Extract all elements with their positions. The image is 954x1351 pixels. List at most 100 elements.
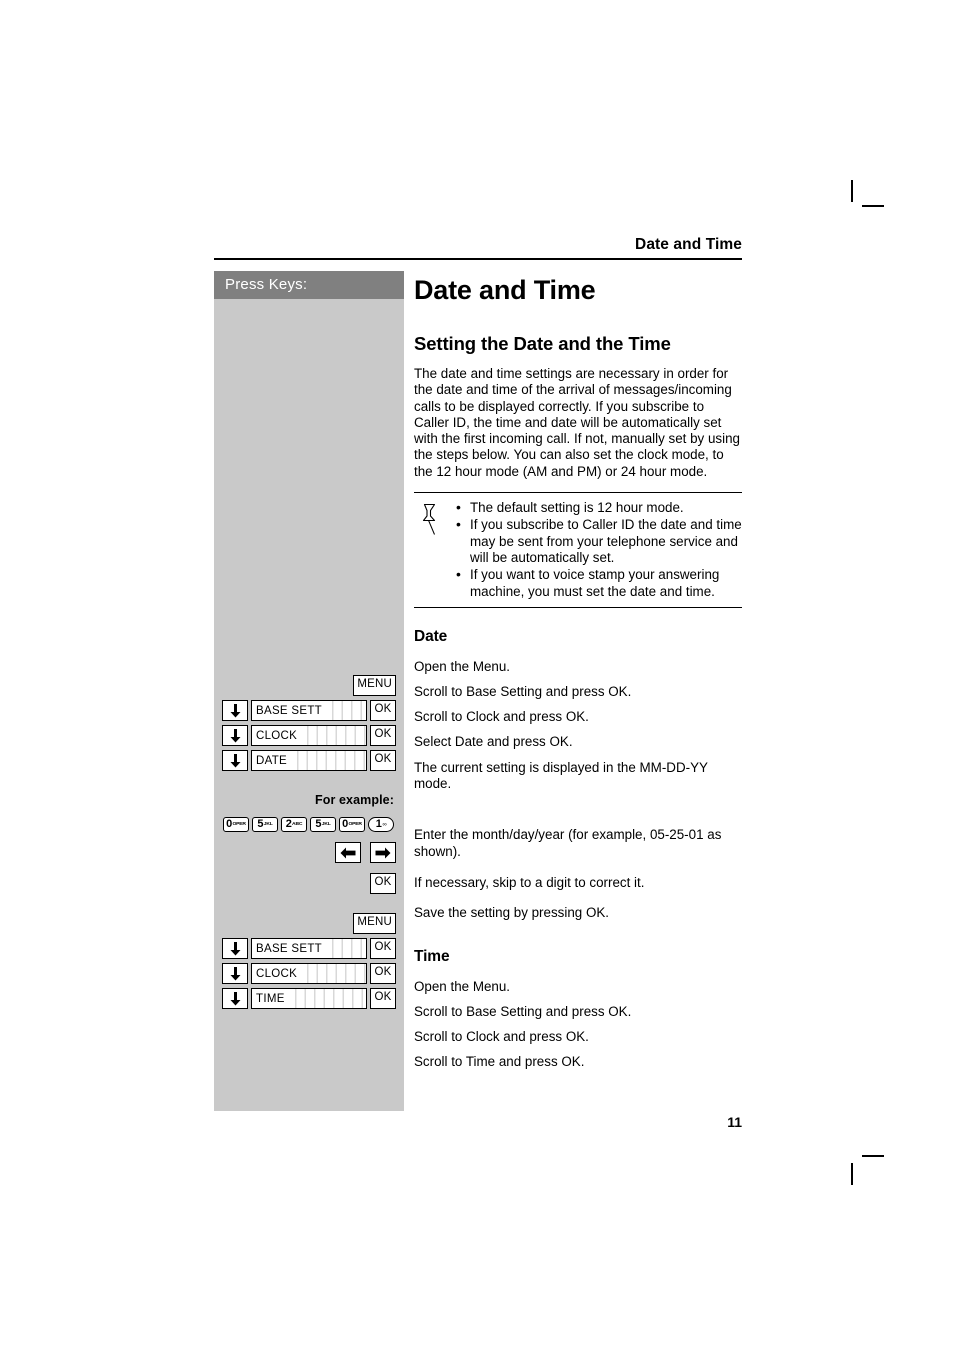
- note-bullet: The default setting is 12 hour mode.: [454, 499, 742, 516]
- time-subsection-heading: Time: [414, 947, 450, 965]
- ok-key-button[interactable]: OK: [370, 873, 396, 894]
- date-format-note: The current setting is displayed in the …: [414, 759, 708, 792]
- time-step-3: Scroll to Clock and press OK.: [414, 1028, 589, 1044]
- time-step-2: Scroll to Base Setting and press OK.: [414, 1003, 632, 1019]
- menu-key-button[interactable]: MENU: [353, 913, 396, 934]
- keypad-digit: 1: [375, 818, 382, 830]
- arrow-down-icon[interactable]: [222, 938, 248, 959]
- keypad-sublabel: JKL: [321, 821, 331, 827]
- voicemail-icon: ∞: [382, 821, 387, 828]
- navigation-arrow-keys[interactable]: [222, 842, 396, 863]
- note-bullet: If you want to voice stamp your answerin…: [454, 566, 742, 600]
- key-row-ok-save[interactable]: OK: [222, 873, 396, 894]
- ok-key-button[interactable]: OK: [370, 700, 396, 721]
- key-row-time[interactable]: TIME OK: [222, 988, 396, 1009]
- time-step-4: Scroll to Time and press OK.: [414, 1053, 585, 1069]
- press-keys-header: Press Keys:: [214, 271, 404, 299]
- date-example-step-1: Enter the month/day/year (for example, 0…: [414, 827, 722, 859]
- keypad-key-2[interactable]: 2 ABC: [281, 817, 307, 832]
- key-row-clock-time[interactable]: CLOCK OK: [222, 963, 396, 984]
- crop-mark-top-right-horizontal: [862, 205, 884, 207]
- lcd-text: CLOCK: [252, 729, 300, 742]
- keypad-sublabel: JKL: [263, 821, 273, 827]
- key-row-base-sett-date[interactable]: BASE SETT OK: [222, 700, 396, 721]
- running-header-title: Date and Time: [635, 236, 742, 253]
- keypad-key-5[interactable]: 5 JKL: [252, 817, 278, 832]
- key-row-menu-time[interactable]: MENU: [222, 913, 396, 934]
- arrow-down-icon[interactable]: [222, 988, 248, 1009]
- crop-mark-top-right-vertical: [851, 180, 853, 202]
- date-step-1: Open the Menu.: [414, 659, 511, 675]
- keypad-sublabel: OPER: [232, 821, 246, 827]
- section-title: Setting the Date and the Time: [414, 333, 671, 354]
- page-body: Press Keys: MENU BASE SETT OK CLOCK OK D…: [214, 271, 742, 1111]
- lcd-segments: [299, 964, 366, 983]
- ok-key-button[interactable]: OK: [370, 963, 396, 984]
- keypad-sequence[interactable]: 0 OPER 5 JKL 2 ABC 5 JKL 0 OPER 1 ∞: [222, 817, 396, 832]
- lcd-segments: [299, 726, 366, 745]
- keypad-key-0-second[interactable]: 0 OPER: [339, 817, 365, 832]
- lcd-segments: [323, 701, 366, 720]
- lcd-display-base-sett: BASE SETT: [251, 938, 367, 959]
- lcd-display-date: DATE: [251, 750, 367, 771]
- date-step-3: Scroll to Clock and press OK.: [414, 709, 589, 725]
- key-row-date[interactable]: DATE OK: [222, 750, 396, 771]
- lcd-text: DATE: [252, 754, 290, 767]
- keypad-sublabel: ABC: [292, 821, 303, 827]
- header-rule: [214, 258, 742, 260]
- keypad-key-5-second[interactable]: 5 JKL: [310, 817, 336, 832]
- press-keys-column: Press Keys: MENU BASE SETT OK CLOCK OK D…: [214, 271, 404, 1111]
- keypad-digit: 0: [342, 818, 348, 830]
- time-step-1: Open the Menu.: [414, 978, 511, 994]
- date-subsection-heading: Date: [414, 627, 448, 645]
- arrow-left-icon[interactable]: [335, 842, 361, 863]
- lcd-segments: [286, 989, 366, 1008]
- keypad-digit: 2: [285, 818, 292, 830]
- page-number: 11: [727, 1114, 742, 1130]
- content-column: Date and Time Setting the Date and the T…: [404, 271, 742, 1075]
- keypad-digit: 5: [257, 818, 264, 830]
- ok-key-button[interactable]: OK: [370, 725, 396, 746]
- date-example-step-2: If necessary, skip to a digit to correct…: [414, 875, 645, 891]
- date-example-step-3: Save the setting by pressing OK.: [414, 905, 610, 921]
- for-example-label: For example:: [314, 793, 394, 807]
- lcd-text: CLOCK: [252, 967, 300, 980]
- lcd-text: BASE SETT: [252, 942, 324, 955]
- running-header: Date and Time: [214, 236, 742, 260]
- pushpin-icon: [414, 500, 454, 541]
- ok-key-button[interactable]: OK: [370, 988, 396, 1009]
- lcd-display-time: TIME: [251, 988, 367, 1009]
- menu-key-button[interactable]: MENU: [353, 675, 396, 696]
- crop-mark-bottom-right-horizontal: [862, 1155, 884, 1157]
- crop-mark-bottom-right-vertical: [851, 1163, 853, 1185]
- lcd-segments: [323, 939, 366, 958]
- key-row-base-sett-time[interactable]: BASE SETT OK: [222, 938, 396, 959]
- keypad-digit: 5: [315, 818, 322, 830]
- arrow-down-icon[interactable]: [222, 700, 248, 721]
- keypad-key-1-voicemail[interactable]: 1 ∞: [368, 817, 394, 832]
- date-step-4: Select Date and press OK.: [414, 734, 573, 750]
- arrow-down-icon[interactable]: [222, 750, 248, 771]
- page-title: Date and Time: [414, 275, 596, 305]
- keypad-key-0[interactable]: 0 OPER: [223, 817, 249, 832]
- key-row-clock-date[interactable]: CLOCK OK: [222, 725, 396, 746]
- note-bullet-list: The default setting is 12 hour mode. If …: [454, 499, 742, 601]
- date-step-2: Scroll to Base Setting and press OK.: [414, 684, 632, 700]
- lcd-segments: [289, 751, 366, 770]
- intro-paragraph: The date and time settings are necessary…: [414, 366, 740, 479]
- arrow-down-icon[interactable]: [222, 725, 248, 746]
- lcd-display-base-sett: BASE SETT: [251, 700, 367, 721]
- ok-key-button[interactable]: OK: [370, 750, 396, 771]
- keypad-digit: 0: [226, 818, 232, 830]
- keypad-sublabel: OPER: [348, 821, 362, 827]
- lcd-display-clock: CLOCK: [251, 963, 367, 984]
- ok-key-button[interactable]: OK: [370, 938, 396, 959]
- lcd-text: TIME: [252, 992, 287, 1005]
- key-row-menu-date[interactable]: MENU: [222, 675, 396, 696]
- arrow-down-icon[interactable]: [222, 963, 248, 984]
- lcd-text: BASE SETT: [252, 704, 324, 717]
- note-bullet: If you subscribe to Caller ID the date a…: [454, 516, 742, 566]
- arrow-right-icon[interactable]: [370, 842, 396, 863]
- lcd-display-clock: CLOCK: [251, 725, 367, 746]
- note-box: The default setting is 12 hour mode. If …: [414, 492, 742, 608]
